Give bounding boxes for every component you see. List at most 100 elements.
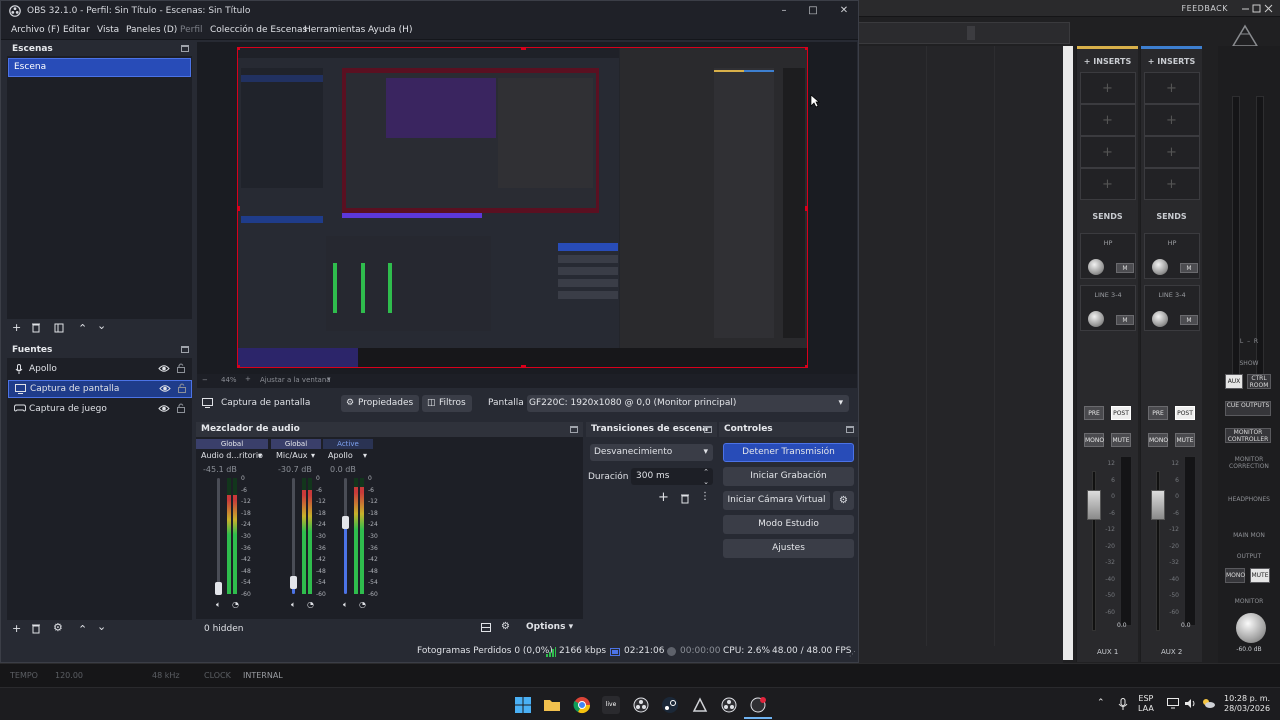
- channel-menu-chevron-icon[interactable]: ▾: [363, 451, 367, 460]
- microphone-tray-icon[interactable]: [1118, 698, 1128, 710]
- window-controls-icon[interactable]: [1240, 3, 1274, 14]
- start-virtual-camera-button[interactable]: Iniciar Cámara Virtual: [723, 491, 830, 510]
- language-indicator[interactable]: ESP LAA: [1138, 694, 1154, 714]
- volume-slider-thumb[interactable]: [290, 576, 297, 590]
- preview-canvas[interactable]: [237, 47, 808, 368]
- volume-slider-track[interactable]: [217, 478, 220, 594]
- app-icon[interactable]: [691, 696, 709, 714]
- lock-icon[interactable]: [177, 363, 185, 373]
- channel-name[interactable]: Mic/Aux: [276, 451, 308, 460]
- send-mute-button[interactable]: M: [1116, 263, 1134, 273]
- menu-paneles[interactable]: Paneles (D): [126, 25, 177, 35]
- menu-herramientas[interactable]: Herramientas: [304, 25, 365, 35]
- minimize-icon[interactable]: –: [777, 4, 791, 18]
- volume-slider-thumb[interactable]: [215, 582, 222, 596]
- transform-handle[interactable]: [238, 206, 240, 211]
- headphones-label[interactable]: HEADPHONES: [1224, 496, 1274, 503]
- add-source-icon[interactable]: +: [12, 623, 21, 634]
- monitor-headphones-icon[interactable]: ◔: [359, 600, 366, 609]
- mixer-advanced-settings-icon[interactable]: ⚙: [501, 621, 510, 632]
- cue-outputs-button[interactable]: CUE OUTPUTS: [1225, 401, 1271, 416]
- lock-icon[interactable]: [177, 403, 185, 413]
- virtual-camera-gear-icon[interactable]: ⚙: [833, 491, 854, 510]
- filters-button[interactable]: ◫ Filtros: [422, 395, 472, 412]
- clock[interactable]: 10:28 p. m. 28/03/2026: [1224, 694, 1270, 714]
- clock-value[interactable]: INTERNAL: [243, 671, 283, 680]
- send-knob[interactable]: [1152, 259, 1168, 275]
- channel-menu-chevron-icon[interactable]: ▾: [258, 451, 262, 460]
- windows-start-icon[interactable]: [514, 696, 532, 714]
- mono-button[interactable]: MONO: [1084, 433, 1104, 447]
- transform-handle[interactable]: [238, 48, 240, 50]
- channel-menu-chevron-icon[interactable]: ▾: [311, 451, 315, 460]
- menu-perfil[interactable]: Perfil: [180, 25, 203, 35]
- ctrl-room-button[interactable]: CTRL ROOM: [1247, 374, 1271, 389]
- scrollbar[interactable]: [1063, 46, 1073, 660]
- remove-source-icon[interactable]: [31, 623, 41, 634]
- eye-icon[interactable]: [159, 384, 171, 393]
- feedback-link[interactable]: FEEDBACK: [1181, 4, 1228, 13]
- transform-handle[interactable]: [521, 48, 526, 50]
- send-mute-button[interactable]: M: [1116, 315, 1134, 325]
- fit-to-window-button[interactable]: Ajustar a la ventana: [260, 376, 331, 384]
- display-select[interactable]: GF220C: 1920x1080 @ 0,0 (Monitor princip…: [527, 395, 849, 412]
- insert-slot[interactable]: +: [1079, 72, 1136, 104]
- undock-icon[interactable]: [570, 426, 578, 433]
- source-row-captura-juego[interactable]: Captura de juego: [8, 400, 192, 418]
- undock-icon[interactable]: [181, 45, 189, 52]
- output-mono-button[interactable]: MONO: [1225, 568, 1245, 583]
- monitor-headphones-icon[interactable]: ◔: [232, 600, 239, 609]
- weather-icon[interactable]: [1201, 697, 1215, 709]
- insert-slot[interactable]: +: [1079, 104, 1136, 136]
- undock-icon[interactable]: [704, 426, 712, 433]
- spin-down-icon[interactable]: ⌄: [703, 474, 709, 491]
- eye-icon[interactable]: [158, 364, 170, 373]
- settings-button[interactable]: Ajustes: [723, 539, 854, 558]
- menu-editar[interactable]: Editar: [63, 25, 90, 35]
- live-app-icon[interactable]: live: [602, 696, 620, 714]
- volume-icon[interactable]: [1184, 698, 1197, 709]
- move-up-icon[interactable]: ⌃: [78, 624, 87, 635]
- pre-button[interactable]: PRE: [1084, 406, 1104, 420]
- network-icon[interactable]: [1167, 698, 1179, 709]
- add-scene-icon[interactable]: +: [12, 322, 21, 333]
- mixer-options-button[interactable]: Options ▾: [526, 622, 573, 632]
- aux-button[interactable]: AUX: [1225, 374, 1243, 389]
- channel-name[interactable]: Audio d...ritorio: [201, 451, 263, 460]
- mute-button[interactable]: MUTE: [1175, 433, 1195, 447]
- insert-slot[interactable]: +: [1079, 136, 1136, 168]
- zoom-in-icon[interactable]: +: [245, 375, 251, 383]
- insert-slot[interactable]: +: [1079, 168, 1136, 200]
- send-mute-button[interactable]: M: [1180, 263, 1198, 273]
- mute-speaker-icon[interactable]: 🔈︎: [343, 600, 348, 610]
- obs-taskbar-icon-2[interactable]: [720, 696, 738, 714]
- zoom-out-icon[interactable]: −: [202, 376, 208, 384]
- source-row-apollo[interactable]: Apollo: [8, 360, 192, 378]
- send-knob[interactable]: [1152, 311, 1168, 327]
- remove-transition-icon[interactable]: [680, 493, 690, 504]
- mute-speaker-icon[interactable]: 🔈︎: [216, 600, 221, 610]
- menu-ayuda[interactable]: Ayuda (H): [368, 25, 412, 35]
- mono-button[interactable]: MONO: [1148, 433, 1168, 447]
- eye-icon[interactable]: [158, 404, 170, 413]
- post-button[interactable]: POST: [1175, 406, 1195, 420]
- obs-taskbar-icon[interactable]: [632, 696, 650, 714]
- monitor-knob[interactable]: [1236, 613, 1266, 643]
- menu-vista[interactable]: Vista: [97, 25, 119, 35]
- studio-mode-button[interactable]: Modo Estudio: [723, 515, 854, 534]
- move-down-icon[interactable]: ⌄: [97, 621, 106, 632]
- resize-grip-icon[interactable]: ⋰: [849, 650, 856, 658]
- menu-coleccion[interactable]: Colección de Escenas: [210, 25, 307, 35]
- properties-button[interactable]: ⚙ Propiedades: [341, 395, 420, 412]
- rate-value[interactable]: 48 kHz: [152, 671, 180, 680]
- remove-scene-icon[interactable]: [31, 322, 41, 333]
- source-settings-gear-icon[interactable]: ⚙: [53, 622, 63, 633]
- move-down-icon[interactable]: ⌄: [97, 320, 106, 331]
- start-recording-button[interactable]: Iniciar Grabación: [723, 467, 854, 486]
- mute-button[interactable]: MUTE: [1111, 433, 1131, 447]
- steam-icon[interactable]: [661, 696, 679, 714]
- send-knob[interactable]: [1088, 311, 1104, 327]
- scene-filters-icon[interactable]: [54, 323, 64, 333]
- send-knob[interactable]: [1088, 259, 1104, 275]
- mute-speaker-icon[interactable]: 🔈︎: [291, 600, 296, 610]
